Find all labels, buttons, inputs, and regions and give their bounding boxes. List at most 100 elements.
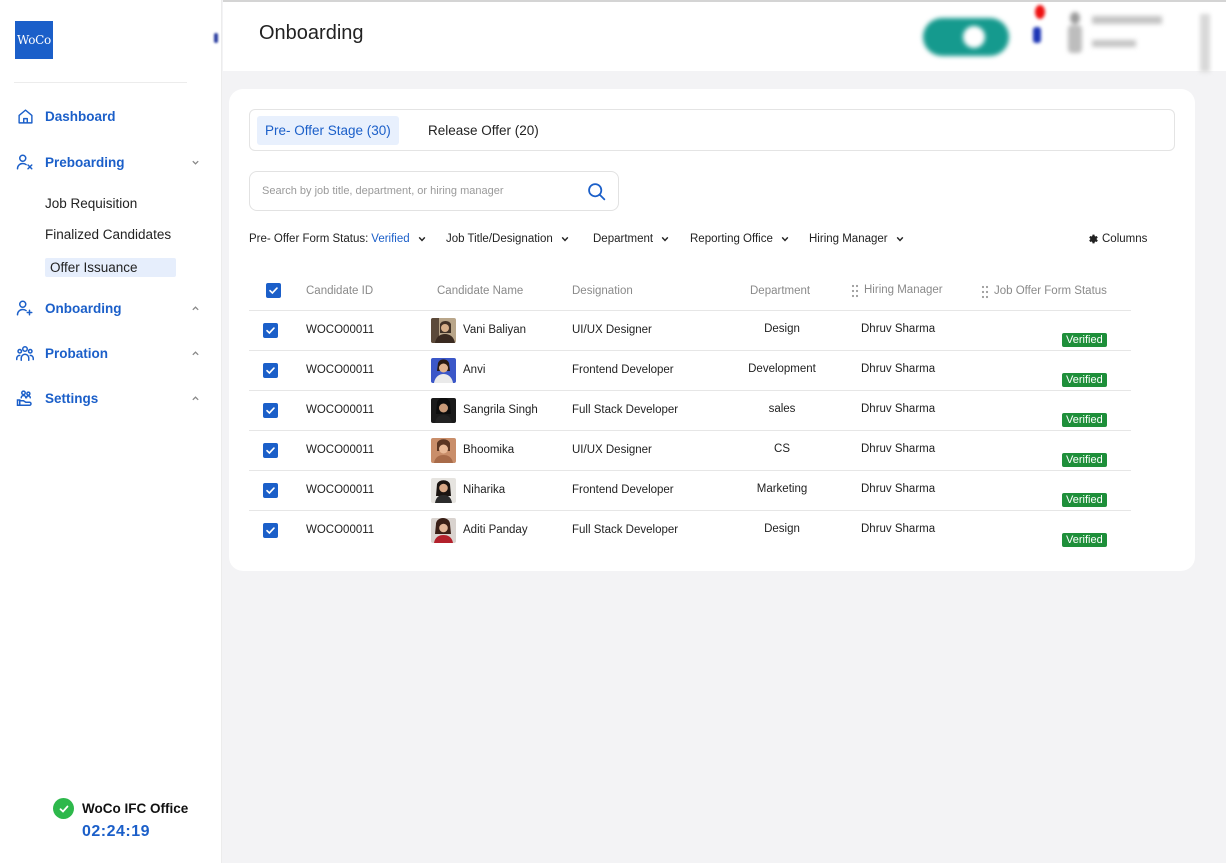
col-designation[interactable]: Designation xyxy=(572,285,633,297)
table-row[interactable]: WOCO00011 Sangrila Singh Full Stack Deve… xyxy=(249,391,1131,431)
candidate-id: WOCO00011 xyxy=(306,364,375,376)
sidebar-subitem-offer-issuance[interactable]: Offer Issuance xyxy=(45,258,176,277)
chevron-up-icon[interactable] xyxy=(190,303,200,313)
filter-department[interactable]: Department xyxy=(593,233,669,245)
search-icon[interactable] xyxy=(586,181,608,203)
table-row[interactable]: WOCO00011 Bhoomika UI/UX Designer CS Dhr… xyxy=(249,431,1131,471)
users-icon xyxy=(16,344,34,362)
sidebar-item-preboarding[interactable]: Preboarding xyxy=(16,151,206,173)
chevron-up-icon[interactable] xyxy=(190,348,200,358)
filter-job-title[interactable]: Job Title/Designation xyxy=(446,233,569,245)
office-name: WoCo IFC Office xyxy=(82,801,189,816)
notification-bell-icon[interactable] xyxy=(1033,5,1045,43)
status-toggle[interactable] xyxy=(923,18,1009,56)
sidebar-item-dashboard[interactable]: Dashboard xyxy=(16,105,206,127)
candidate-avatar xyxy=(431,318,456,343)
filter-label: Pre- Offer Form Status: xyxy=(249,233,369,245)
filter-label: Hiring Manager xyxy=(809,233,888,245)
table-row[interactable]: WOCO00011 Anvi Frontend Developer Develo… xyxy=(249,351,1131,391)
sidebar-item-onboarding[interactable]: Onboarding xyxy=(16,297,206,319)
candidate-id: WOCO00011 xyxy=(306,444,375,456)
filter-label: Reporting Office xyxy=(690,233,773,245)
col-candidate-id[interactable]: Candidate ID xyxy=(306,285,373,297)
row-checkbox[interactable] xyxy=(263,323,278,338)
status-badge: Verified xyxy=(1062,373,1107,387)
candidate-name[interactable]: Bhoomika xyxy=(463,444,514,456)
hiring-manager: Dhruv Sharma xyxy=(861,323,936,335)
filter-pre-offer-status[interactable]: Pre- Offer Form Status: Verified xyxy=(249,233,426,245)
col-job-offer-form-status[interactable]: Job Offer Form Status xyxy=(994,285,1107,297)
user-plus-icon xyxy=(16,299,34,317)
status-badge: Verified xyxy=(1062,453,1107,467)
row-checkbox[interactable] xyxy=(263,363,278,378)
table-row[interactable]: WOCO00011 Vani Baliyan UI/UX Designer De… xyxy=(249,311,1131,351)
row-checkbox[interactable] xyxy=(263,483,278,498)
hiring-manager: Dhruv Sharma xyxy=(861,443,936,455)
chevron-down-icon xyxy=(561,235,569,243)
department: Marketing xyxy=(756,483,808,495)
sidebar-subitem-finalized-candidates[interactable]: Finalized Candidates xyxy=(45,227,171,242)
sidebar-item-label: Dashboard xyxy=(45,108,116,124)
sidebar-divider xyxy=(14,82,187,83)
columns-button[interactable]: Columns xyxy=(1087,233,1147,245)
attendance-timer: 02:24:19 xyxy=(82,823,151,840)
sidebar-subitem-job-requisition[interactable]: Job Requisition xyxy=(45,196,137,211)
table-row[interactable]: WOCO00011 Niharika Frontend Developer Ma… xyxy=(249,471,1131,511)
offer-issuance-card: Pre- Offer Stage (30) Release Offer (20)… xyxy=(229,89,1195,571)
chevron-down-icon[interactable] xyxy=(190,157,200,167)
sidebar-item-label: Onboarding xyxy=(45,300,122,316)
department: sales xyxy=(768,403,796,415)
row-checkbox[interactable] xyxy=(263,403,278,418)
row-checkbox[interactable] xyxy=(263,443,278,458)
hiring-manager: Dhruv Sharma xyxy=(861,403,936,415)
woco-logo[interactable]: WoCo xyxy=(15,21,53,59)
candidate-avatar xyxy=(431,358,456,383)
columns-label: Columns xyxy=(1102,233,1148,245)
candidate-avatar xyxy=(431,398,456,423)
chevron-down-icon xyxy=(661,235,669,243)
sidebar-item-settings[interactable]: Settings xyxy=(16,387,206,409)
designation: UI/UX Designer xyxy=(572,324,652,336)
filter-hiring-manager[interactable]: Hiring Manager xyxy=(809,233,904,245)
col-candidate-name[interactable]: Candidate Name xyxy=(437,285,523,297)
chevron-down-icon xyxy=(781,235,789,243)
drag-handle-icon[interactable] xyxy=(981,285,989,299)
hiring-manager: Dhruv Sharma xyxy=(861,363,936,375)
col-department[interactable]: Department xyxy=(750,285,810,297)
collapse-handle[interactable] xyxy=(214,33,218,43)
chevron-down-icon xyxy=(418,235,426,243)
sidebar-item-probation[interactable]: Probation xyxy=(16,342,206,364)
drag-handle-icon[interactable] xyxy=(851,284,859,298)
gear-icon xyxy=(1087,233,1099,245)
designation: UI/UX Designer xyxy=(572,444,652,456)
select-all-checkbox[interactable] xyxy=(266,283,281,298)
candidate-name[interactable]: Sangrila Singh xyxy=(463,404,538,416)
user-avatar[interactable] xyxy=(1066,12,1084,54)
department: Design xyxy=(764,523,800,535)
row-checkbox[interactable] xyxy=(263,523,278,538)
col-hiring-manager[interactable]: Hiring Manager xyxy=(864,284,943,296)
designation: Full Stack Developer xyxy=(572,524,679,536)
tab-release-offer[interactable]: Release Offer (20) xyxy=(420,116,547,145)
search-input[interactable] xyxy=(262,182,572,200)
table-row[interactable]: WOCO00011 Aditi Panday Full Stack Develo… xyxy=(249,511,1131,551)
filter-label: Job Title/Designation xyxy=(446,233,553,245)
chevron-up-icon[interactable] xyxy=(190,393,200,403)
candidate-name[interactable]: Anvi xyxy=(463,364,485,376)
office-status: WoCo IFC Office xyxy=(53,798,188,819)
candidate-name[interactable]: Vani Baliyan xyxy=(463,324,526,336)
status-badge: Verified xyxy=(1062,333,1107,347)
candidate-name[interactable]: Aditi Panday xyxy=(463,524,528,536)
candidate-name[interactable]: Niharika xyxy=(463,484,505,496)
filter-reporting-office[interactable]: Reporting Office xyxy=(690,233,789,245)
candidate-avatar xyxy=(431,438,456,463)
candidate-avatar xyxy=(431,478,456,503)
page-title: Onboarding xyxy=(259,22,364,44)
status-badge: Verified xyxy=(1062,533,1107,547)
hand-users-icon xyxy=(16,389,34,407)
sidebar: WoCo Dashboard Preboarding Job Requisiti… xyxy=(0,0,222,863)
hiring-manager: Dhruv Sharma xyxy=(861,523,936,535)
sidebar-item-label: Preboarding xyxy=(45,154,125,170)
designation: Full Stack Developer xyxy=(572,404,679,416)
tab-pre-offer-stage[interactable]: Pre- Offer Stage (30) xyxy=(257,116,399,145)
